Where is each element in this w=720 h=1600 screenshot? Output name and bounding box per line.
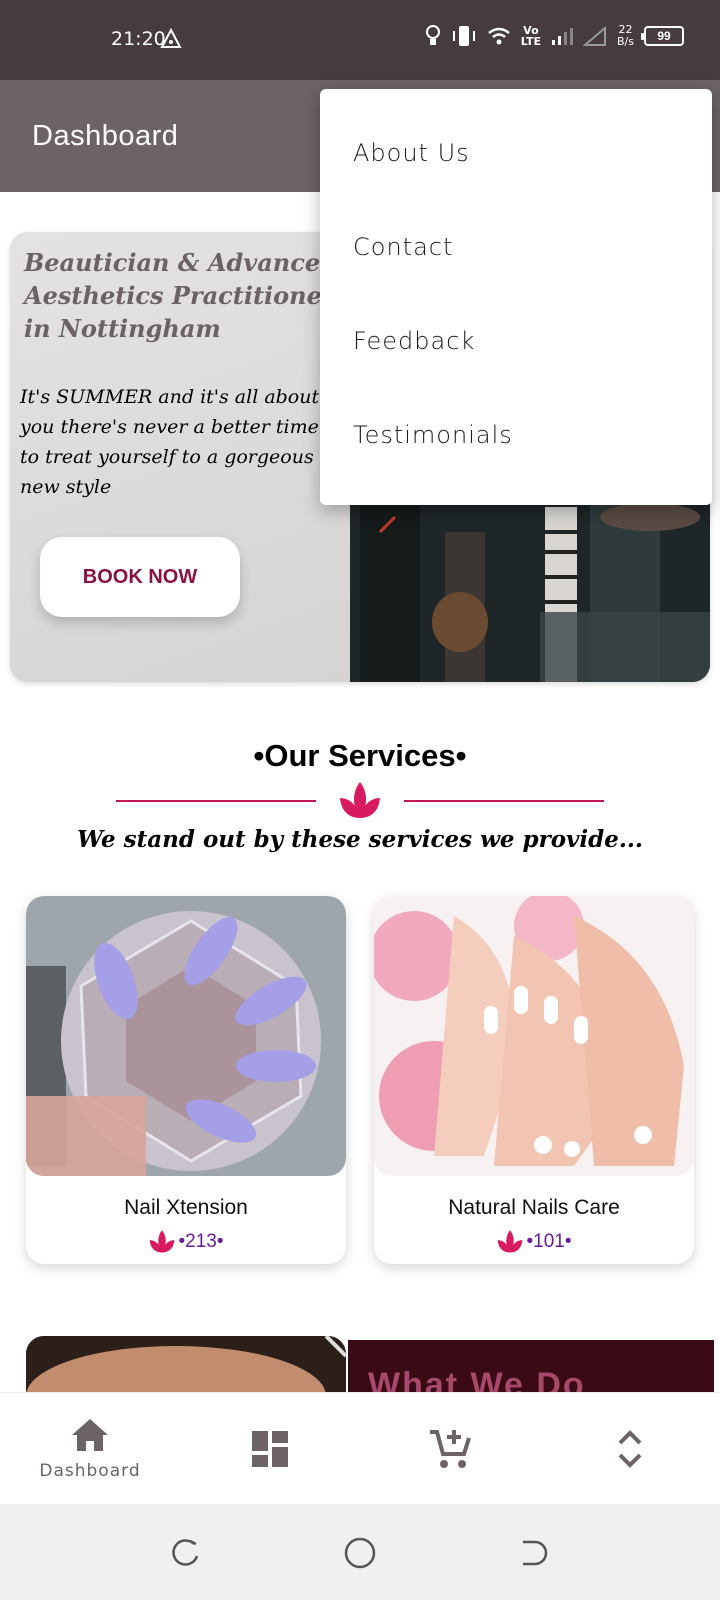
dashboard-grid-icon — [252, 1431, 288, 1467]
book-now-button[interactable]: BOOK NOW — [40, 537, 240, 617]
status-bar: 21:20 Vo LTE 22 B/s 99 — [0, 0, 720, 80]
system-navigation-bar — [0, 1504, 720, 1600]
service-card-natural-nails-care[interactable]: Natural Nails Care •101• — [374, 896, 694, 1264]
battery-indicator: 99 — [641, 26, 684, 46]
signal-icon — [552, 28, 574, 45]
recent-apps-icon[interactable] — [168, 1536, 202, 1570]
wifi-icon — [488, 27, 510, 45]
service-name: Natural Nails Care — [448, 1196, 620, 1219]
services-title: •Our Services• — [253, 738, 467, 773]
service-count: •101• — [526, 1231, 572, 1252]
service-count-row: •101• — [374, 1229, 694, 1255]
home-icon — [72, 1419, 108, 1451]
unfold-icon — [618, 1430, 642, 1468]
nav-services[interactable] — [180, 1393, 360, 1505]
nav-cart[interactable] — [360, 1393, 540, 1505]
hero-heading: Beautician & Advanced Aesthetics Practit… — [24, 248, 337, 343]
menu-item-testimonials[interactable]: Testimonials — [353, 421, 513, 449]
volte-indicator: Vo LTE — [520, 24, 542, 48]
service-count: •213• — [178, 1231, 224, 1252]
alert-triangle-icon — [160, 28, 182, 48]
back-icon[interactable] — [517, 1536, 551, 1570]
signal-empty-icon — [583, 26, 607, 46]
lotus-icon — [150, 1230, 175, 1253]
next-section-image — [26, 1336, 346, 1396]
status-time: 21:20 — [111, 28, 166, 50]
lotus-icon — [340, 782, 380, 818]
nail-xtension-image — [26, 896, 346, 1176]
page-title: Dashboard — [32, 120, 179, 152]
natural-nails-care-image — [374, 896, 694, 1176]
menu-item-contact[interactable]: Contact — [353, 233, 453, 261]
home-circle-icon[interactable] — [343, 1536, 377, 1570]
services-subtitle: We stand out by these services we provid… — [77, 826, 643, 853]
divider-line-left — [116, 800, 316, 802]
service-name: Nail Xtension — [124, 1196, 248, 1219]
network-speed: 22 B/s — [617, 23, 634, 48]
lotus-icon — [498, 1230, 523, 1253]
divider-line-right — [404, 800, 604, 802]
nav-dashboard[interactable]: Dashboard — [0, 1393, 180, 1505]
hero-description: It's SUMMER and it's all about you there… — [20, 386, 320, 498]
nav-more[interactable] — [540, 1393, 720, 1505]
add-to-cart-icon — [430, 1430, 471, 1468]
menu-item-about-us[interactable]: About Us — [353, 139, 470, 167]
menu-item-feedback[interactable]: Feedback — [353, 327, 475, 355]
nav-label: Dashboard — [39, 1461, 141, 1481]
vibrate-icon — [452, 26, 475, 46]
service-card-nail-xtension[interactable]: Nail Xtension •213• — [26, 896, 346, 1264]
overflow-menu: About Us Contact Feedback Testimonials — [320, 89, 712, 505]
bottom-navigation: Dashboard — [0, 1392, 720, 1504]
hero-text-panel: Beautician & Advanced Aesthetics Practit… — [10, 232, 350, 682]
next-section-banner: What We Do — [348, 1340, 714, 1396]
service-count-row: •213• — [26, 1229, 346, 1255]
bulb-icon — [425, 25, 440, 45]
